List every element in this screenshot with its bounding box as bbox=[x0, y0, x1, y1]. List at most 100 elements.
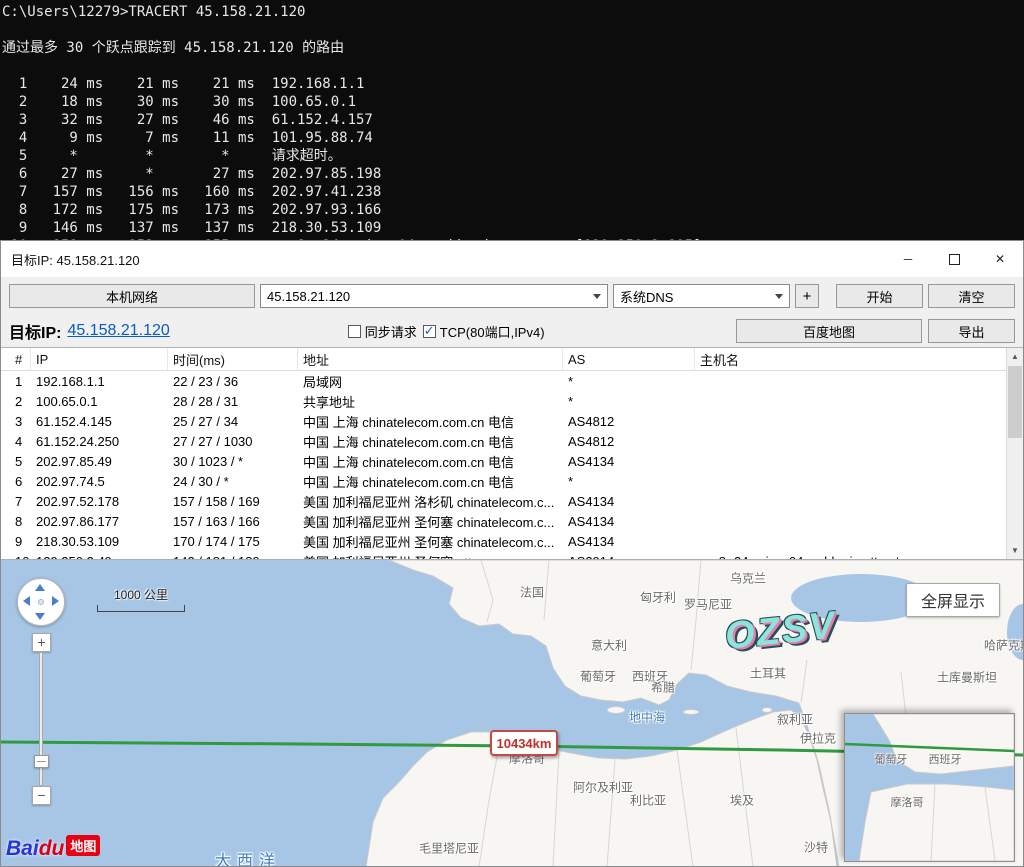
titlebar: 目标IP: 45.158.21.120 ─ ✕ bbox=[1, 241, 1023, 277]
zoom-out-button[interactable]: − bbox=[32, 786, 51, 805]
terminal-line: 3 32 ms 27 ms 46 ms 61.152.4.157 bbox=[2, 111, 1024, 129]
map-label: 利比亚 bbox=[630, 792, 666, 809]
column-header-address[interactable]: 地址 bbox=[298, 348, 563, 370]
terminal-line bbox=[2, 57, 1024, 75]
table-cell-num: 2 bbox=[1, 394, 31, 409]
column-header-hostname[interactable]: 主机名 bbox=[695, 348, 1023, 370]
table-scrollbar[interactable]: ▲ ▼ bbox=[1006, 348, 1023, 559]
map-panel[interactable]: 法国匈牙利罗马尼亚乌克兰意大利葡萄牙西班牙希腊土耳其地中海叙利亚伊拉克摩洛哥阿尔… bbox=[1, 559, 1023, 866]
table-cell-ip: 202.97.86.177 bbox=[31, 514, 168, 529]
pan-right-icon[interactable] bbox=[52, 596, 59, 606]
map-label: 匈牙利 bbox=[640, 589, 676, 606]
table-cell-ip: 202.97.85.49 bbox=[31, 454, 168, 469]
map-label: 沙特 bbox=[804, 839, 828, 856]
terminal-line: 9 146 ms 137 ms 137 ms 218.30.53.109 bbox=[2, 219, 1024, 237]
map-label: 哈萨克斯坦 bbox=[984, 637, 1023, 654]
map-label: 叙利亚 bbox=[777, 711, 813, 728]
column-header-time[interactable]: 时间(ms) bbox=[168, 348, 298, 370]
map-label: 乌克兰 bbox=[730, 570, 766, 587]
table-cell-num: 3 bbox=[1, 414, 31, 429]
dns-combobox-value: 系统DNS bbox=[620, 287, 673, 306]
column-header-index[interactable]: # bbox=[1, 348, 31, 370]
tcp-port-checkbox[interactable]: TCP(80端口,IPv4) bbox=[423, 322, 545, 341]
overview-inset-map[interactable]: 葡萄牙西班牙摩洛哥 bbox=[844, 713, 1015, 862]
table-row[interactable]: 9218.30.53.109170 / 174 / 175美国 加利福尼亚州 圣… bbox=[1, 531, 1023, 551]
table-cell-addr: 中国 上海 chinatelecom.com.cn 电信 bbox=[298, 412, 563, 431]
table-cell-addr: 中国 上海 chinatelecom.com.cn 电信 bbox=[298, 452, 563, 471]
map-label: 葡萄牙 bbox=[875, 751, 908, 767]
table-row[interactable]: 8202.97.86.177157 / 163 / 166美国 加利福尼亚州 圣… bbox=[1, 511, 1023, 531]
pan-down-icon[interactable] bbox=[35, 613, 45, 620]
table-row[interactable]: 2100.65.0.128 / 28 / 31共享地址* bbox=[1, 391, 1023, 411]
clear-button[interactable]: 清空 bbox=[928, 284, 1015, 308]
local-network-button[interactable]: 本机网络 bbox=[9, 284, 255, 308]
terminal-line: 1 24 ms 21 ms 21 ms 192.168.1.1 bbox=[2, 75, 1024, 93]
add-target-button[interactable]: + bbox=[795, 284, 819, 308]
terminal-line: 2 18 ms 30 ms 30 ms 100.65.0.1 bbox=[2, 93, 1024, 111]
close-icon: ✕ bbox=[995, 252, 1005, 266]
table-cell-num: 9 bbox=[1, 534, 31, 549]
map-label: 西班牙 bbox=[929, 751, 962, 767]
column-header-ip[interactable]: IP bbox=[31, 348, 168, 370]
terminal-line: 5 * * * 请求超时。 bbox=[2, 147, 1024, 165]
table-cell-as: AS4134 bbox=[563, 514, 695, 529]
scroll-up-icon[interactable]: ▲ bbox=[1007, 348, 1023, 365]
table-cell-num: 4 bbox=[1, 434, 31, 449]
table-row[interactable]: 10129.250.2.49142 / 181 / 189美国 加利福尼亚州 圣… bbox=[1, 551, 1023, 559]
table-row[interactable]: 5202.97.85.4930 / 1023 / *中国 上海 chinatel… bbox=[1, 451, 1023, 471]
inset-map-canvas bbox=[845, 714, 1014, 861]
pan-left-icon[interactable] bbox=[23, 596, 30, 606]
table-row[interactable]: 1192.168.1.122 / 23 / 36局域网* bbox=[1, 371, 1023, 391]
export-button[interactable]: 导出 bbox=[928, 319, 1015, 343]
close-button[interactable]: ✕ bbox=[977, 241, 1023, 277]
zoom-slider-thumb[interactable] bbox=[34, 755, 49, 768]
terminal-line: C:\Users\12279>TRACERT 45.158.21.120 bbox=[2, 3, 1024, 21]
trace-table-body: 1192.168.1.122 / 23 / 36局域网*2100.65.0.12… bbox=[1, 371, 1023, 559]
terminal-line: 4 9 ms 7 ms 11 ms 101.95.88.74 bbox=[2, 129, 1024, 147]
table-cell-as: * bbox=[563, 394, 695, 409]
table-cell-ip: 61.152.4.145 bbox=[31, 414, 168, 429]
checkbox-checked-icon bbox=[423, 325, 436, 338]
dns-combobox[interactable]: 系统DNS bbox=[613, 284, 790, 308]
column-header-as[interactable]: AS bbox=[563, 348, 695, 370]
terminal-line: 7 157 ms 156 ms 160 ms 202.97.41.238 bbox=[2, 183, 1024, 201]
map-label: 阿尔及利亚 bbox=[573, 779, 633, 796]
table-cell-as: * bbox=[563, 474, 695, 489]
fullscreen-button[interactable]: 全屏显示 bbox=[906, 583, 1000, 617]
table-cell-addr: 美国 加利福尼亚州 圣何塞 chinatelecom.c... bbox=[298, 512, 563, 531]
sync-request-checkbox[interactable]: 同步请求 bbox=[348, 322, 417, 341]
terminal-window[interactable]: C:\Users\12279>TRACERT 45.158.21.120通过最多… bbox=[0, 0, 1024, 240]
target-ip-link[interactable]: 45.158.21.120 bbox=[67, 322, 169, 340]
terminal-line: 6 27 ms * 27 ms 202.97.85.198 bbox=[2, 165, 1024, 183]
table-row[interactable]: 361.152.4.14525 / 27 / 34中国 上海 chinatele… bbox=[1, 411, 1023, 431]
table-row[interactable]: 461.152.24.25027 / 27 / 1030中国 上海 chinat… bbox=[1, 431, 1023, 451]
table-cell-addr: 中国 上海 chinatelecom.com.cn 电信 bbox=[298, 472, 563, 491]
pan-up-icon[interactable] bbox=[35, 584, 45, 591]
table-cell-addr: 共享地址 bbox=[298, 392, 563, 411]
terminal-output: C:\Users\12279>TRACERT 45.158.21.120通过最多… bbox=[2, 3, 1024, 240]
table-cell-ip: 202.97.52.178 bbox=[31, 494, 168, 509]
minimize-icon: ─ bbox=[904, 252, 913, 266]
chevron-down-icon bbox=[775, 294, 783, 299]
scroll-down-icon[interactable]: ▼ bbox=[1007, 542, 1023, 559]
maximize-button[interactable] bbox=[931, 241, 977, 277]
target-ip-combobox[interactable]: 45.158.21.120 bbox=[260, 284, 608, 308]
table-header: # IP 时间(ms) 地址 AS 主机名 bbox=[1, 348, 1023, 371]
minimize-button[interactable]: ─ bbox=[885, 241, 931, 277]
zoom-in-button[interactable]: + bbox=[32, 633, 51, 652]
baidu-map-button[interactable]: 百度地图 bbox=[736, 319, 922, 343]
table-cell-ip: 100.65.0.1 bbox=[31, 394, 168, 409]
map-label: 土耳其 bbox=[750, 665, 786, 682]
table-row[interactable]: 7202.97.52.178157 / 158 / 169美国 加利福尼亚州 洛… bbox=[1, 491, 1023, 511]
compass-control[interactable] bbox=[17, 578, 65, 626]
map-label: 伊拉克 bbox=[800, 730, 836, 747]
map-label: 葡萄牙 bbox=[580, 668, 616, 685]
table-cell-time: 157 / 163 / 166 bbox=[168, 514, 298, 529]
start-button[interactable]: 开始 bbox=[836, 284, 923, 308]
table-cell-num: 8 bbox=[1, 514, 31, 529]
subbar: 目标IP: 45.158.21.120 同步请求 TCP(80端口,IPv4) … bbox=[1, 315, 1023, 347]
toolbar: 本机网络 45.158.21.120 系统DNS + 开始 清空 bbox=[1, 277, 1023, 315]
scrollbar-thumb[interactable] bbox=[1008, 366, 1022, 438]
table-cell-addr: 局域网 bbox=[298, 372, 563, 391]
table-row[interactable]: 6202.97.74.524 / 30 / *中国 上海 chinateleco… bbox=[1, 471, 1023, 491]
